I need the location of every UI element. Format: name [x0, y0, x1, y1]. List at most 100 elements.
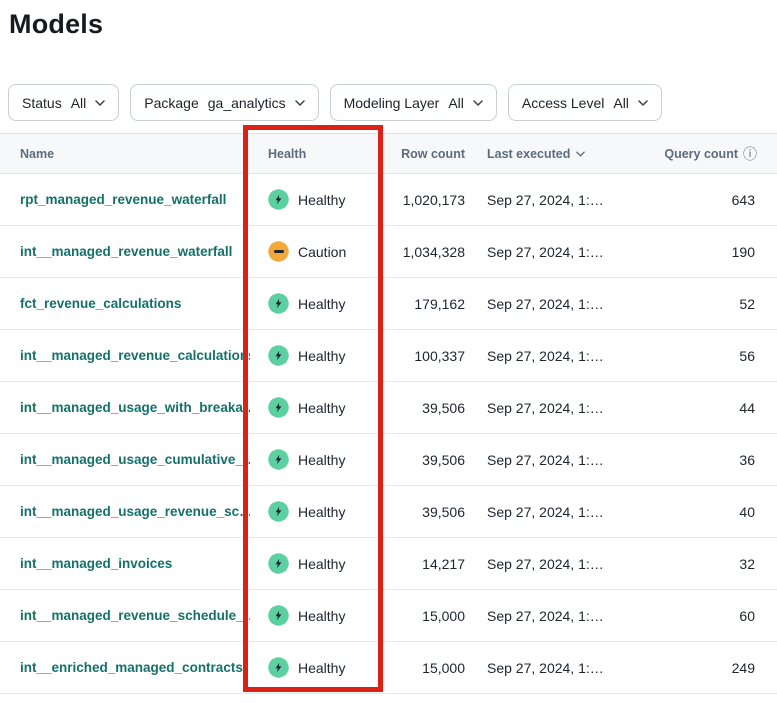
model-name-link[interactable]: fct_revenue_calculations	[20, 296, 181, 311]
health-status-label: Healthy	[298, 296, 345, 312]
health-cell: Healthy	[250, 605, 382, 626]
health-status-label: Healthy	[298, 608, 345, 624]
model-name-link[interactable]: int__managed_revenue_calculations	[20, 348, 250, 363]
health-cell: Healthy	[250, 189, 382, 210]
chevron-down-icon	[295, 100, 305, 106]
row-count-cell: 179,162	[382, 296, 465, 312]
last-executed-cell: Sep 27, 2024, 1:…	[465, 348, 655, 364]
model-name-link[interactable]: int__managed_revenue_waterfall	[20, 244, 232, 259]
table-row: fct_revenue_calculations Healthy 179,162…	[0, 278, 777, 330]
column-header-health[interactable]: Health	[250, 147, 382, 161]
minus-icon	[268, 241, 289, 262]
lightning-bolt-icon	[268, 189, 289, 210]
page-title: Models	[0, 0, 777, 40]
row-count-cell: 14,217	[382, 556, 465, 572]
filter-package[interactable]: Package ga_analytics	[130, 84, 318, 121]
lightning-bolt-icon	[268, 501, 289, 522]
health-cell: Healthy	[250, 449, 382, 470]
chevron-down-icon	[473, 100, 483, 106]
health-cell: Healthy	[250, 397, 382, 418]
column-header-row-count[interactable]: Row count	[382, 147, 465, 161]
lightning-bolt-icon	[268, 553, 289, 574]
table-body: rpt_managed_revenue_waterfall Healthy 1,…	[0, 174, 777, 694]
lightning-bolt-icon	[268, 397, 289, 418]
filter-modeling-layer[interactable]: Modeling Layer All	[330, 84, 497, 121]
health-status-icon	[268, 449, 289, 470]
column-header-query-count-label: Query count	[664, 147, 738, 161]
query-count-cell: 60	[655, 608, 777, 624]
model-name-link[interactable]: int__managed_usage_with_breaka…	[20, 400, 250, 415]
lightning-bolt-icon	[268, 293, 289, 314]
lightning-bolt-icon	[268, 657, 289, 678]
row-count-cell: 39,506	[382, 400, 465, 416]
row-count-cell: 1,034,328	[382, 244, 465, 260]
health-status-icon	[268, 605, 289, 626]
row-count-cell: 15,000	[382, 660, 465, 676]
health-status-label: Healthy	[298, 400, 345, 416]
health-status-icon	[268, 397, 289, 418]
table-row: int__enriched_managed_contracts Healthy …	[0, 642, 777, 694]
last-executed-cell: Sep 27, 2024, 1:…	[465, 400, 655, 416]
query-count-cell: 36	[655, 452, 777, 468]
column-header-name[interactable]: Name	[0, 147, 250, 161]
row-count-cell: 100,337	[382, 348, 465, 364]
table-header-row: Name Health Row count Last executed Quer…	[0, 133, 777, 174]
query-count-cell: 56	[655, 348, 777, 364]
health-status-label: Healthy	[298, 504, 345, 520]
model-name-link[interactable]: int__managed_usage_cumulative_…	[20, 452, 250, 467]
table-row: int__managed_invoices Healthy 14,217 Sep…	[0, 538, 777, 590]
health-status-label: Healthy	[298, 348, 345, 364]
table-row: int__managed_usage_with_breaka… Healthy …	[0, 382, 777, 434]
chevron-down-icon	[638, 100, 648, 106]
sort-chevron-down-icon[interactable]	[576, 151, 585, 157]
model-name-link[interactable]: int__managed_invoices	[20, 556, 172, 571]
column-header-last-executed[interactable]: Last executed	[465, 147, 655, 161]
query-count-cell: 190	[655, 244, 777, 260]
chevron-down-icon	[95, 100, 105, 106]
health-status-icon	[268, 293, 289, 314]
query-count-cell: 32	[655, 556, 777, 572]
health-status-label: Healthy	[298, 556, 345, 572]
health-status-icon	[268, 553, 289, 574]
filter-status-label: Status	[22, 95, 62, 111]
row-count-cell: 1,020,173	[382, 192, 465, 208]
health-cell: Healthy	[250, 345, 382, 366]
model-name-link[interactable]: int__managed_usage_revenue_sc…	[20, 504, 250, 519]
health-cell: Healthy	[250, 293, 382, 314]
health-cell: Healthy	[250, 657, 382, 678]
row-count-cell: 39,506	[382, 452, 465, 468]
health-status-label: Healthy	[298, 660, 345, 676]
lightning-bolt-icon	[268, 605, 289, 626]
column-header-last-executed-label: Last executed	[487, 147, 570, 161]
query-count-cell: 249	[655, 660, 777, 676]
last-executed-cell: Sep 27, 2024, 1:…	[465, 244, 655, 260]
filter-package-value: ga_analytics	[208, 95, 286, 111]
model-name-link[interactable]: rpt_managed_revenue_waterfall	[20, 192, 226, 207]
last-executed-cell: Sep 27, 2024, 1:…	[465, 660, 655, 676]
last-executed-cell: Sep 27, 2024, 1:…	[465, 556, 655, 572]
filter-modeling-layer-label: Modeling Layer	[344, 95, 440, 111]
filter-bar: Status All Package ga_analytics Modeling…	[8, 84, 777, 121]
query-count-cell: 643	[655, 192, 777, 208]
query-count-cell: 40	[655, 504, 777, 520]
filter-package-label: Package	[144, 95, 198, 111]
filter-modeling-layer-value: All	[448, 95, 464, 111]
column-header-query-count[interactable]: Query count ⓘ	[655, 144, 777, 164]
last-executed-cell: Sep 27, 2024, 1:…	[465, 504, 655, 520]
model-name-link[interactable]: int__managed_revenue_schedule_…	[20, 608, 250, 623]
filter-access-level[interactable]: Access Level All	[508, 84, 662, 121]
health-status-icon	[268, 241, 289, 262]
models-table: Name Health Row count Last executed Quer…	[0, 133, 777, 694]
query-count-cell: 52	[655, 296, 777, 312]
health-status-label: Healthy	[298, 452, 345, 468]
last-executed-cell: Sep 27, 2024, 1:…	[465, 192, 655, 208]
health-status-icon	[268, 657, 289, 678]
model-name-link[interactable]: int__enriched_managed_contracts	[20, 660, 243, 675]
table-row: int__managed_revenue_calculations Health…	[0, 330, 777, 382]
info-icon[interactable]: ⓘ	[743, 144, 757, 164]
health-status-label: Healthy	[298, 192, 345, 208]
filter-status[interactable]: Status All	[8, 84, 119, 121]
filter-status-value: All	[71, 95, 87, 111]
models-page: Models Status All Package ga_analytics M…	[0, 0, 777, 703]
health-cell: Caution	[250, 241, 382, 262]
